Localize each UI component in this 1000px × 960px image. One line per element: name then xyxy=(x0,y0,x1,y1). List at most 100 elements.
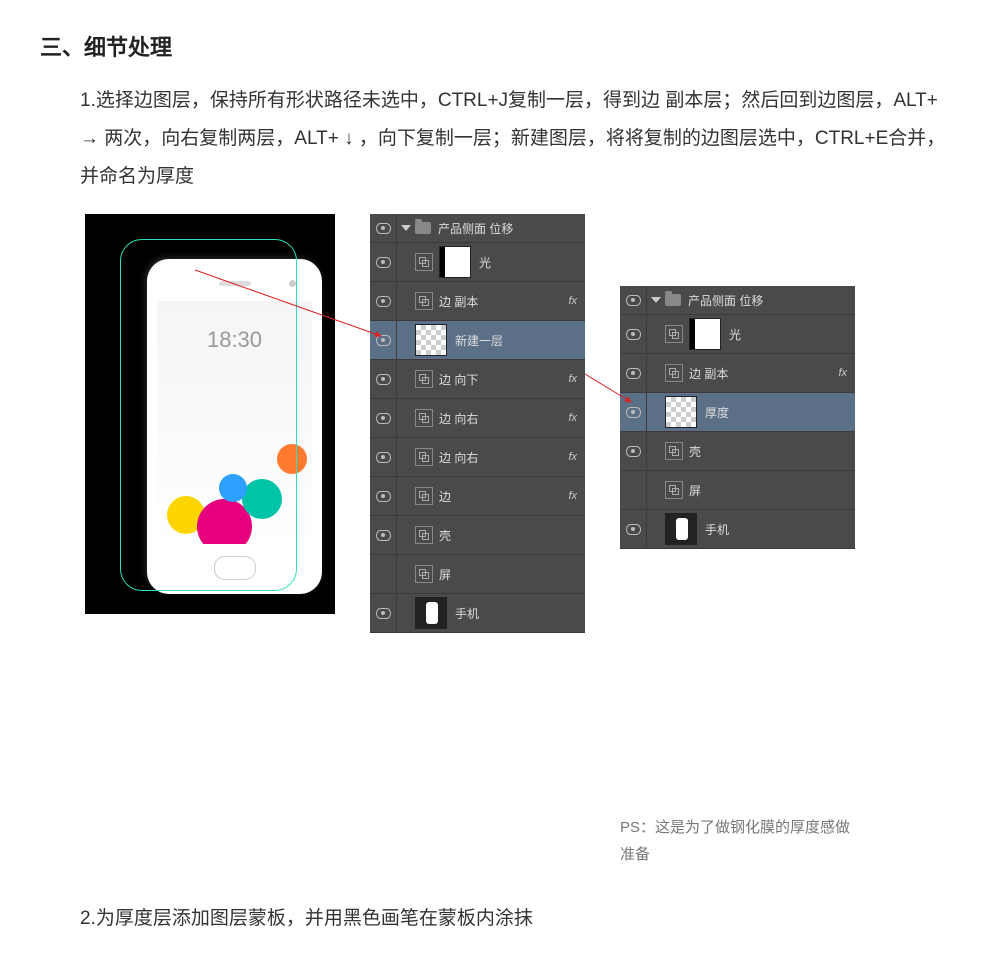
collapse-toggle-icon[interactable] xyxy=(401,225,411,231)
eye-icon xyxy=(626,446,641,457)
layer-row[interactable]: 光 xyxy=(370,243,585,282)
layer-name: 边 向右 xyxy=(439,410,568,427)
layer-name: 屏 xyxy=(689,482,851,499)
layer-row[interactable]: 边 副本fx xyxy=(620,354,855,393)
layer-thumbnail xyxy=(439,246,471,278)
shape-layer-icon xyxy=(415,409,433,427)
layer-row[interactable]: 边 向右fx xyxy=(370,399,585,438)
layers-panel-after: 产品侧面 位移光边 副本fx 厚度壳屏手机 xyxy=(620,286,855,549)
visibility-toggle[interactable] xyxy=(620,354,647,392)
fx-indicator: fx xyxy=(568,295,577,307)
note-text: PS：这是为了做钢化膜的厚度感做准备 xyxy=(620,814,850,868)
fx-indicator: fx xyxy=(568,373,577,385)
eye-icon xyxy=(376,296,391,307)
eye-icon xyxy=(376,491,391,502)
fx-indicator: fx xyxy=(568,412,577,424)
layer-name: 手机 xyxy=(455,605,581,622)
visibility-toggle[interactable] xyxy=(370,555,397,593)
visibility-toggle[interactable] xyxy=(370,438,397,476)
layer-name: 光 xyxy=(729,326,851,343)
layer-name: 边 向右 xyxy=(439,449,568,466)
layer-name: 厚度 xyxy=(705,404,851,421)
figure-row: 18:30 产品侧面 位移光边 副本fx新建一层边 向下fx边 向右fx边 向右… xyxy=(85,214,960,868)
visibility-toggle[interactable] xyxy=(370,360,397,398)
visibility-toggle[interactable] xyxy=(370,214,397,242)
layer-row[interactable]: 边 副本fx xyxy=(370,282,585,321)
fx-indicator: fx xyxy=(568,490,577,502)
visibility-toggle[interactable] xyxy=(620,286,647,314)
shape-layer-icon xyxy=(665,481,683,499)
shape-layer-icon xyxy=(415,487,433,505)
visibility-toggle[interactable] xyxy=(620,471,647,509)
visibility-toggle[interactable] xyxy=(620,510,647,548)
shape-layer-icon xyxy=(665,442,683,460)
shape-layer-icon xyxy=(415,565,433,583)
eye-icon xyxy=(376,530,391,541)
glass-film-outline xyxy=(120,239,297,591)
folder-icon xyxy=(665,294,681,306)
shape-layer-icon xyxy=(665,364,683,382)
layer-name: 壳 xyxy=(689,443,851,460)
layer-row[interactable]: 壳 xyxy=(370,516,585,555)
eye-icon xyxy=(626,329,641,340)
layer-name: 新建一层 xyxy=(455,332,581,349)
layer-name: 边 向下 xyxy=(439,371,568,388)
layer-name: 光 xyxy=(479,254,581,271)
eye-icon xyxy=(376,452,391,463)
layer-row[interactable]: 厚度 xyxy=(620,393,855,432)
layer-thumbnail xyxy=(665,513,697,545)
layer-group-header[interactable]: 产品侧面 位移 xyxy=(370,214,585,243)
visibility-toggle[interactable] xyxy=(370,477,397,515)
phone-mockup: 18:30 xyxy=(85,214,335,614)
step2-text: 2.为厚度层添加图层蒙板，并用黑色画笔在蒙板内涂抹 xyxy=(80,903,960,930)
eye-icon xyxy=(376,223,391,234)
fx-indicator: fx xyxy=(838,367,847,379)
eye-icon xyxy=(376,335,391,346)
visibility-toggle[interactable] xyxy=(620,393,647,431)
eye-icon xyxy=(376,413,391,424)
layer-name: 手机 xyxy=(705,521,851,538)
eye-icon xyxy=(376,257,391,268)
visibility-toggle[interactable] xyxy=(370,594,397,632)
shape-layer-icon xyxy=(415,448,433,466)
layer-row[interactable]: 光 xyxy=(620,315,855,354)
step1-text: 1.选择边图层，保持所有形状路径未选中，CTRL+J复制一层，得到边 副本层；然… xyxy=(80,82,960,196)
layer-name: 屏 xyxy=(439,566,581,583)
group-name: 产品侧面 位移 xyxy=(688,292,851,309)
visibility-toggle[interactable] xyxy=(620,432,647,470)
visibility-toggle[interactable] xyxy=(370,399,397,437)
layer-name: 壳 xyxy=(439,527,581,544)
layer-row[interactable]: 屏 xyxy=(370,555,585,594)
layer-thumbnail xyxy=(689,318,721,350)
layer-row[interactable]: 壳 xyxy=(620,432,855,471)
eye-icon xyxy=(626,295,641,306)
shape-layer-icon xyxy=(415,370,433,388)
layer-row[interactable]: 新建一层 xyxy=(370,321,585,360)
section-heading: 三、细节处理 xyxy=(40,30,960,62)
layer-thumbnail xyxy=(665,396,697,428)
shape-layer-icon xyxy=(415,526,433,544)
layer-thumbnail xyxy=(415,597,447,629)
layer-row[interactable]: 边 向右fx xyxy=(370,438,585,477)
eye-icon xyxy=(376,608,391,619)
layer-group-header[interactable]: 产品侧面 位移 xyxy=(620,286,855,315)
layer-row[interactable]: 屏 xyxy=(620,471,855,510)
visibility-toggle[interactable] xyxy=(370,321,397,359)
group-name: 产品侧面 位移 xyxy=(438,220,581,237)
visibility-toggle[interactable] xyxy=(370,516,397,554)
shape-layer-icon xyxy=(415,253,433,271)
collapse-toggle-icon[interactable] xyxy=(651,297,661,303)
folder-icon xyxy=(415,222,431,234)
fx-indicator: fx xyxy=(568,451,577,463)
eye-icon xyxy=(626,524,641,535)
visibility-toggle[interactable] xyxy=(370,243,397,281)
layer-row[interactable]: 手机 xyxy=(370,594,585,633)
layer-thumbnail xyxy=(415,324,447,356)
layer-name: 边 副本 xyxy=(689,365,838,382)
layer-row[interactable]: 边 向下fx xyxy=(370,360,585,399)
layer-row[interactable]: 边fx xyxy=(370,477,585,516)
layer-row[interactable]: 手机 xyxy=(620,510,855,549)
visibility-toggle[interactable] xyxy=(620,315,647,353)
visibility-toggle[interactable] xyxy=(370,282,397,320)
shape-layer-icon xyxy=(415,292,433,310)
